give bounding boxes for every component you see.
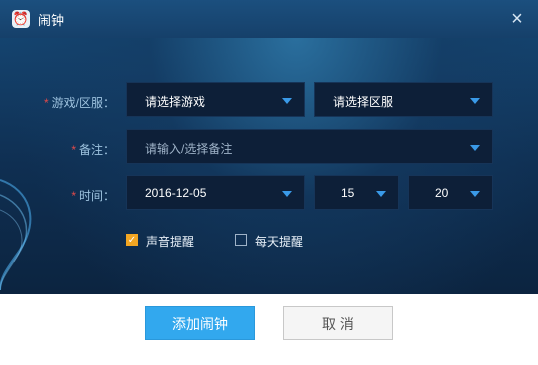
alarm-dialog: ⏰ 闹钟 × * 游戏/区服： 请选择游戏 请选择区服 * 备注： 请输入/选择备注…: [0, 0, 538, 365]
hour-select[interactable]: 15: [314, 175, 399, 210]
game-select[interactable]: 请选择游戏: [126, 82, 305, 117]
empty-checkbox-icon: [235, 234, 247, 246]
chevron-down-icon: [376, 191, 386, 197]
checkmark-icon: ✓: [126, 234, 138, 246]
close-button[interactable]: ×: [506, 8, 528, 30]
minute-select[interactable]: 20: [408, 175, 493, 210]
note-combobox[interactable]: 请输入/选择备注: [126, 129, 493, 164]
sound-reminder-checkbox[interactable]: ✓ 声音提醒: [126, 234, 216, 249]
add-alarm-button[interactable]: 添加闹钟: [145, 306, 255, 340]
chevron-down-icon: [470, 145, 480, 151]
note-label: * 备注：: [71, 143, 115, 157]
chevron-down-icon: [470, 191, 480, 197]
decorative-wave: [0, 179, 32, 290]
time-label: * 时间：: [71, 189, 115, 203]
cancel-button[interactable]: 取 消: [283, 306, 393, 340]
dialog-footer: 添加闹钟 取 消: [0, 294, 538, 365]
server-select[interactable]: 请选择区服: [314, 82, 493, 117]
alarm-clock-icon: ⏰: [12, 10, 30, 28]
dialog-title: 闹钟: [38, 13, 65, 28]
daily-reminder-checkbox[interactable]: 每天提醒: [235, 234, 325, 249]
date-select[interactable]: 2016-12-05: [126, 175, 305, 210]
chevron-down-icon: [282, 98, 292, 104]
game-server-label: * 游戏/区服：: [43, 96, 115, 110]
title-bar: ⏰ 闹钟 ×: [0, 0, 538, 38]
chevron-down-icon: [470, 98, 480, 104]
chevron-down-icon: [282, 191, 292, 197]
